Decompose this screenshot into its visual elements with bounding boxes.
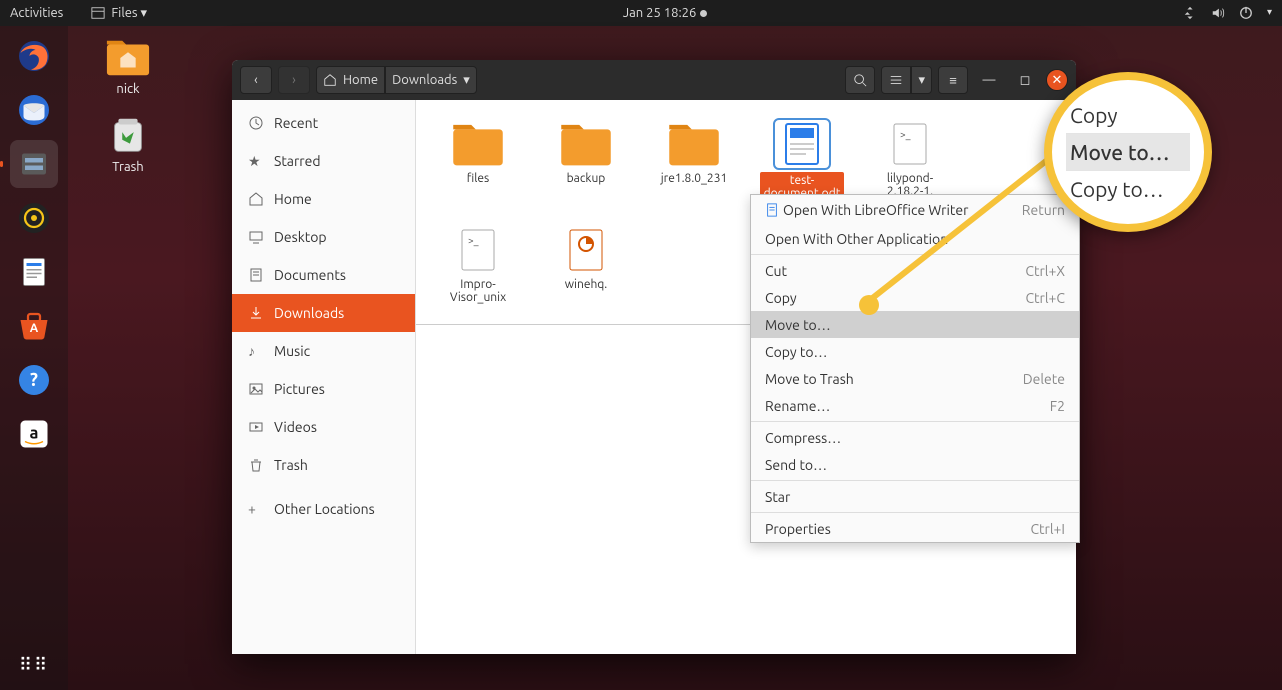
chevron-down-icon[interactable]: ▾ xyxy=(1267,6,1272,20)
menu-copy-to[interactable]: Copy to… xyxy=(751,338,1079,365)
menu-rename[interactable]: Rename…F2 xyxy=(751,392,1079,419)
dock: A ? a ⠿⠿ xyxy=(0,26,68,690)
desktop-icons: nick Trash xyxy=(96,36,160,174)
trash-icon xyxy=(248,457,264,473)
minimize-button[interactable]: — xyxy=(974,66,1004,94)
sidebar-item-documents[interactable]: Documents xyxy=(232,256,415,294)
notification-dot-icon xyxy=(700,10,707,17)
plus-icon: + xyxy=(248,501,264,517)
desktop-home-folder[interactable]: nick xyxy=(96,36,160,96)
sidebar-item-recent[interactable]: Recent xyxy=(232,104,415,142)
menu-cut[interactable]: CutCtrl+X xyxy=(751,257,1079,284)
sidebar-item-other-locations[interactable]: +Other Locations xyxy=(232,490,415,528)
search-icon xyxy=(853,73,867,87)
sidebar-item-videos[interactable]: Videos xyxy=(232,408,415,446)
view-toggle-button[interactable] xyxy=(881,66,911,94)
file-item-folder[interactable]: files xyxy=(442,120,514,185)
menu-properties[interactable]: PropertiesCtrl+I xyxy=(751,515,1079,542)
window-header: ‹ › Home Downloads ▾ ▾ ≡ — ◻ ✕ xyxy=(232,60,1076,100)
sidebar-item-desktop[interactable]: Desktop xyxy=(232,218,415,256)
downloads-icon xyxy=(248,305,264,321)
app-menu-files[interactable]: Files ▾ xyxy=(91,6,147,21)
menu-copy[interactable]: CopyCtrl+C xyxy=(751,284,1079,311)
dock-ubuntu-software[interactable]: A xyxy=(10,302,58,350)
file-item-script[interactable]: >_Impro-Visor_unix xyxy=(442,226,514,304)
file-item-folder[interactable]: backup xyxy=(550,120,622,185)
show-applications-icon[interactable]: ⠿⠿ xyxy=(19,655,49,676)
files-icon xyxy=(91,6,105,20)
dock-amazon[interactable]: a xyxy=(10,410,58,458)
zoom-copy-to: Copy to… xyxy=(1066,171,1190,207)
breadcrumb-downloads[interactable]: Downloads ▾ xyxy=(385,66,477,94)
music-icon: ♪ xyxy=(248,343,264,359)
sidebar-item-music[interactable]: ♪Music xyxy=(232,332,415,370)
file-item-folder[interactable]: jre1.8.0_231 xyxy=(658,120,730,185)
search-button[interactable] xyxy=(845,66,875,94)
svg-text:>_: >_ xyxy=(468,235,479,246)
sidebar-item-downloads[interactable]: Downloads xyxy=(232,294,415,332)
home-icon xyxy=(323,73,337,87)
callout-zoom: Copy Move to… Copy to… xyxy=(1044,72,1212,232)
breadcrumb-home[interactable]: Home xyxy=(316,66,385,94)
power-icon[interactable] xyxy=(1239,6,1253,20)
dock-thunderbird[interactable] xyxy=(10,86,58,134)
documents-icon xyxy=(248,267,264,283)
svg-text:?: ? xyxy=(30,370,38,390)
videos-icon xyxy=(248,419,264,435)
zoom-move-to: Move to… xyxy=(1066,134,1190,171)
zoom-copy: Copy xyxy=(1066,97,1190,134)
menu-open-with-default[interactable]: Open With LibreOffice Writer Return xyxy=(751,195,1079,225)
context-menu: Open With LibreOffice Writer Return Open… xyxy=(750,194,1080,543)
dock-rhythmbox[interactable] xyxy=(10,194,58,242)
forward-button[interactable]: › xyxy=(278,66,310,94)
menu-move-to-trash[interactable]: Move to TrashDelete xyxy=(751,365,1079,392)
menu-open-with-other[interactable]: Open With Other Application xyxy=(751,225,1079,252)
back-button[interactable]: ‹ xyxy=(240,66,272,94)
menu-move-to[interactable]: Move to… xyxy=(751,311,1079,338)
callout-dot-icon xyxy=(859,295,879,315)
star-icon: ★ xyxy=(248,153,264,169)
maximize-button[interactable]: ◻ xyxy=(1010,66,1040,94)
dock-libreoffice-writer[interactable] xyxy=(10,248,58,296)
hamburger-menu-button[interactable]: ≡ xyxy=(938,66,968,94)
top-bar: Activities Files ▾ Jan 25 18:26 ▾ xyxy=(0,0,1282,26)
dock-firefox[interactable] xyxy=(10,32,58,80)
menu-send-to[interactable]: Send to… xyxy=(751,451,1079,478)
desktop-icon xyxy=(248,229,264,245)
activities-button[interactable]: Activities xyxy=(10,6,63,21)
sidebar-item-pictures[interactable]: Pictures xyxy=(232,370,415,408)
home-icon xyxy=(248,191,264,207)
dock-help[interactable]: ? xyxy=(10,356,58,404)
clock[interactable]: Jan 25 18:26 xyxy=(623,6,697,20)
list-view-icon xyxy=(889,73,903,87)
file-item-script[interactable]: >_lilypond-2.18.2-1. xyxy=(874,120,946,198)
desktop-trash[interactable]: Trash xyxy=(96,114,160,174)
clock-icon xyxy=(248,115,264,131)
sidebar-item-trash[interactable]: Trash xyxy=(232,446,415,484)
svg-text:>_: >_ xyxy=(900,129,911,140)
pictures-icon xyxy=(248,381,264,397)
sidebar: Recent ★Starred Home Desktop Documents D… xyxy=(232,100,416,654)
volume-icon[interactable] xyxy=(1211,6,1225,20)
view-options-button[interactable]: ▾ xyxy=(911,66,932,94)
close-button[interactable]: ✕ xyxy=(1046,69,1068,91)
dock-files[interactable] xyxy=(10,140,58,188)
menu-star[interactable]: Star xyxy=(751,483,1079,510)
document-icon xyxy=(765,203,779,217)
sidebar-item-home[interactable]: Home xyxy=(232,180,415,218)
network-icon[interactable] xyxy=(1183,6,1197,20)
svg-text:A: A xyxy=(30,322,39,335)
file-item-document-selected[interactable]: test-document.odt xyxy=(766,120,838,202)
sidebar-item-starred[interactable]: ★Starred xyxy=(232,142,415,180)
svg-text:a: a xyxy=(30,425,39,443)
menu-compress[interactable]: Compress… xyxy=(751,424,1079,451)
file-item-presentation[interactable]: winehq. xyxy=(550,226,622,291)
